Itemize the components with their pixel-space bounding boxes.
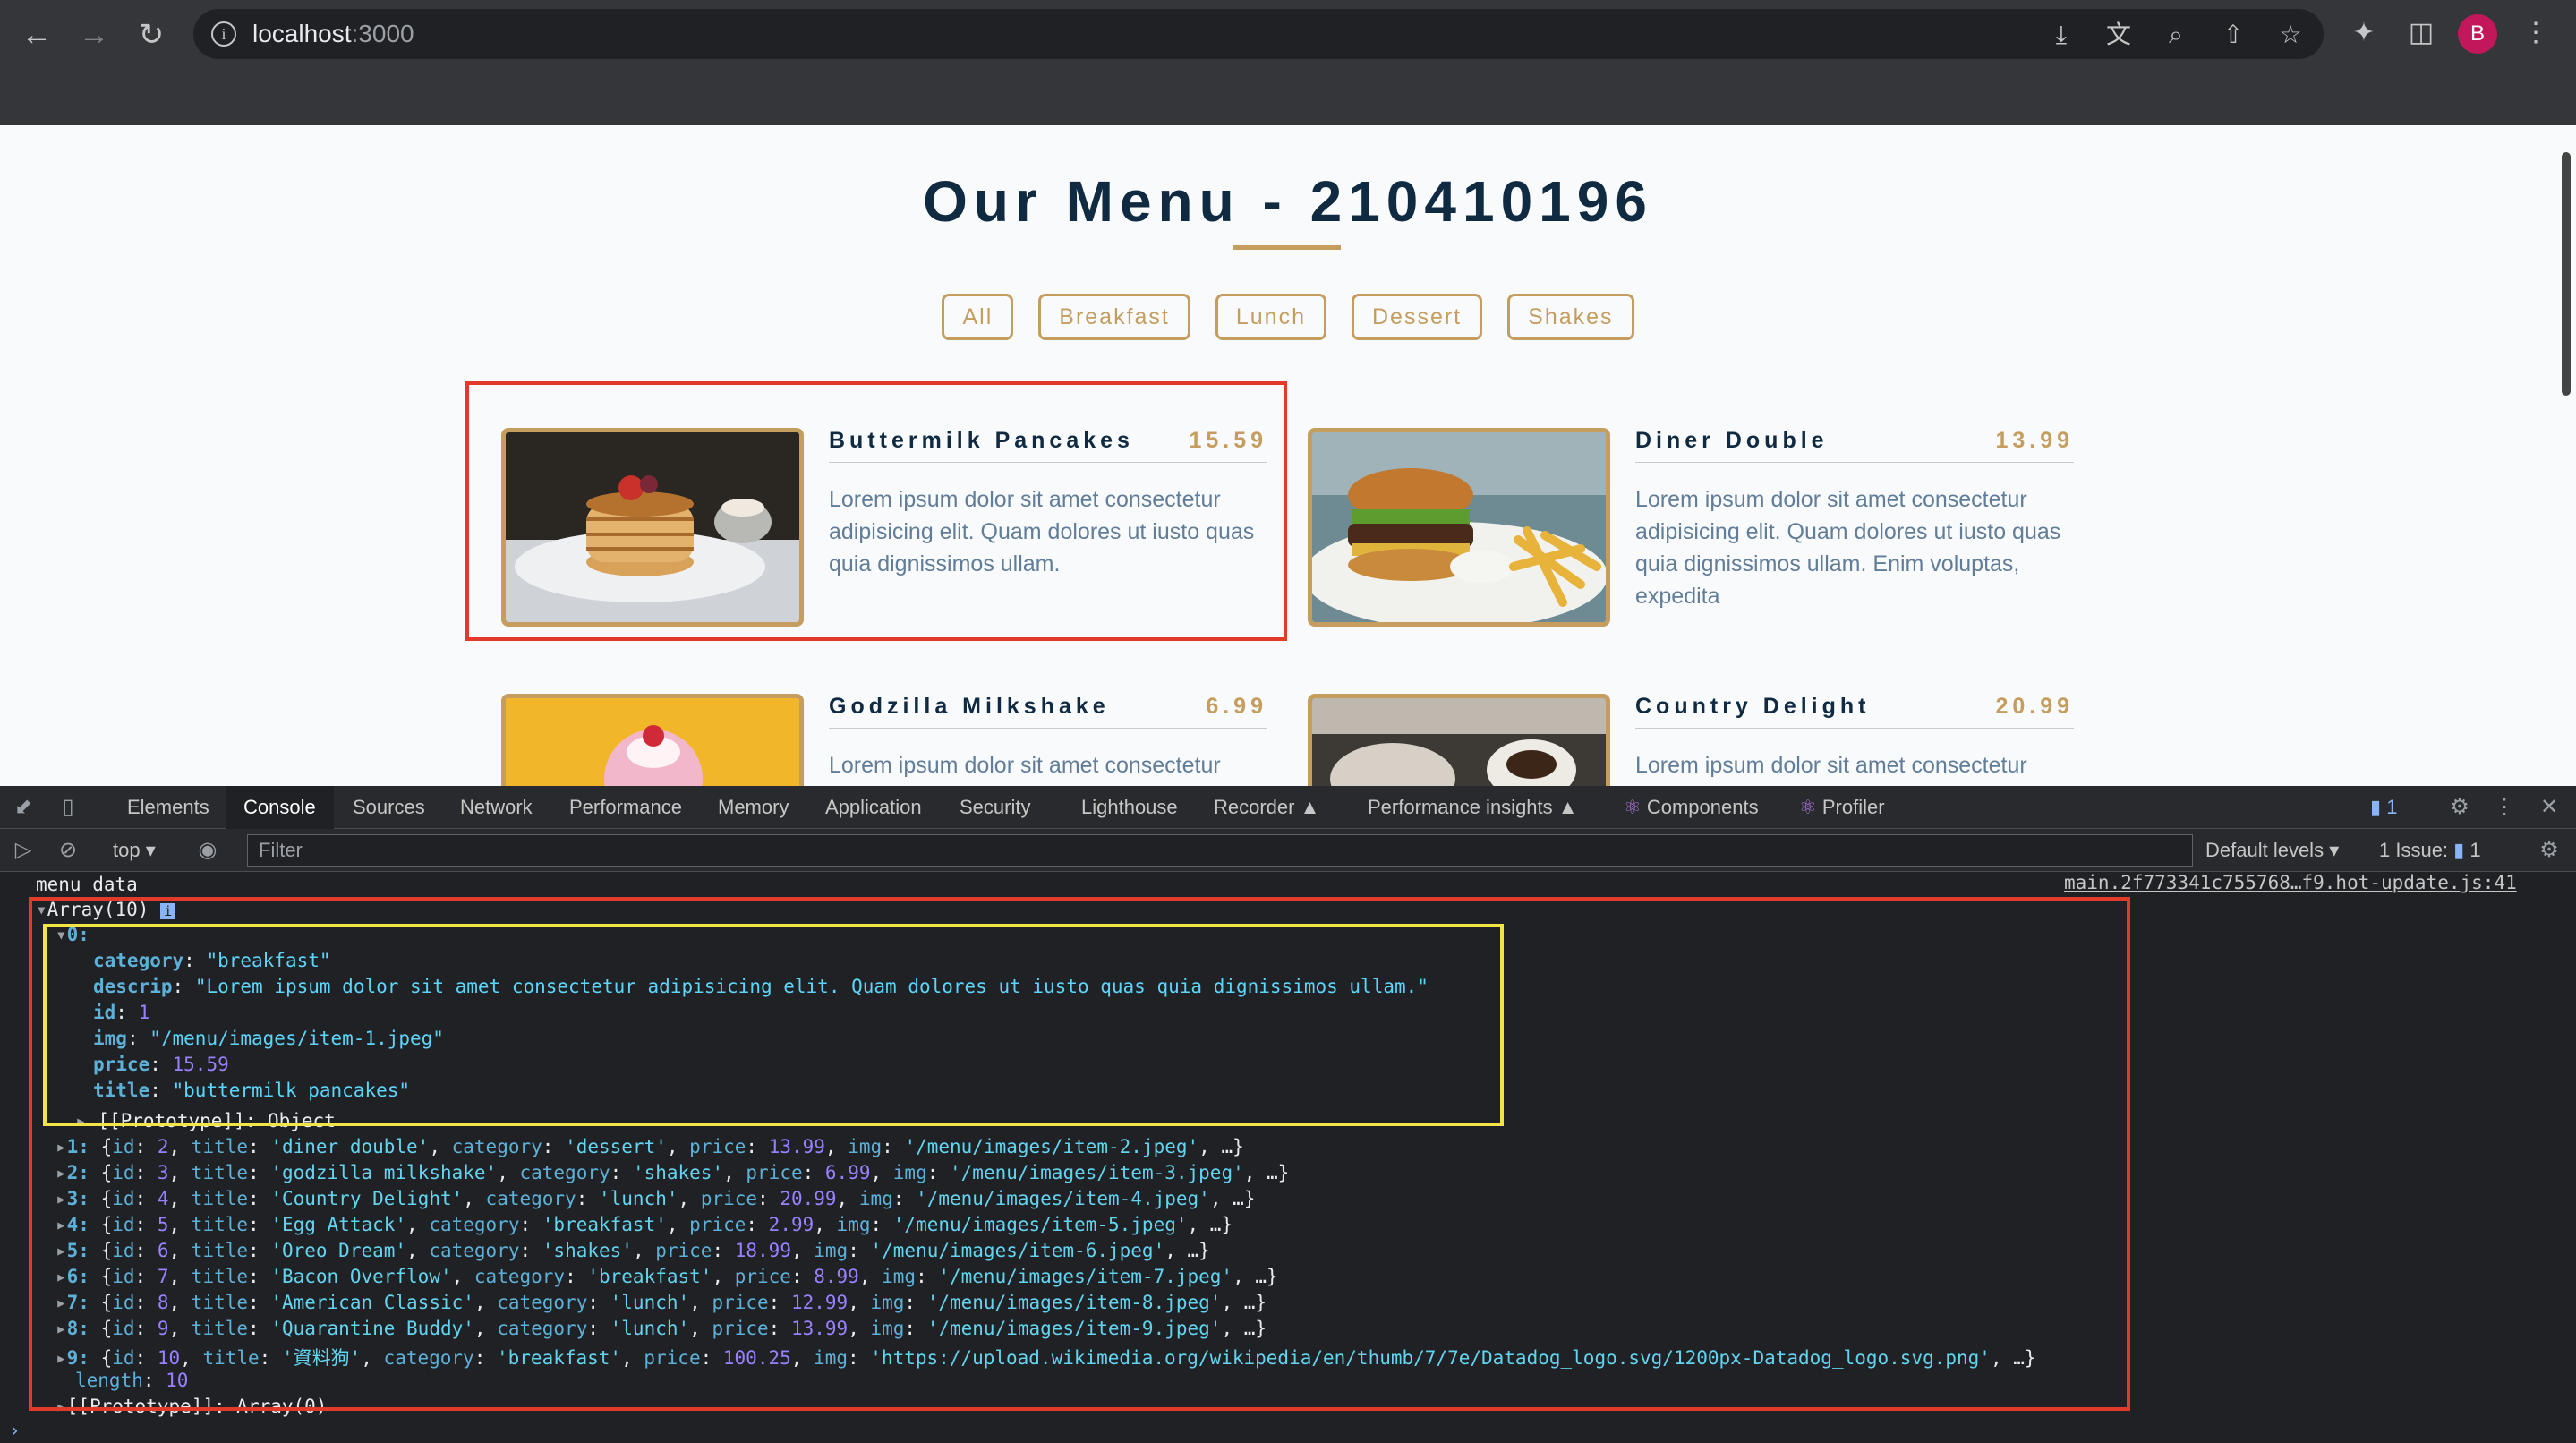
reload-icon[interactable]: ↻ <box>129 13 174 57</box>
tab-recorder-label: Recorder <box>1214 796 1295 818</box>
zoom-icon[interactable]: ⌕ <box>2161 20 2191 50</box>
page-viewport: Our Menu - 210410196 All Breakfast Lunch… <box>0 125 2576 786</box>
tab-profiler[interactable]: ⚛ Profiler <box>1799 786 1885 829</box>
back-arrow-icon[interactable]: ← <box>14 13 59 57</box>
issues-label: 1 Issue: <box>2379 839 2449 861</box>
tab-memory[interactable]: Memory <box>718 786 789 829</box>
tab-performance[interactable]: Performance <box>569 786 682 829</box>
tab-performance-insights[interactable]: Performance insights ▲ <box>1368 786 1578 829</box>
filter-input[interactable] <box>247 834 2193 867</box>
avatar[interactable]: B <box>2458 14 2497 54</box>
side-panel-icon[interactable]: ◫ <box>2402 14 2440 52</box>
title-underline <box>1233 245 1341 250</box>
log-levels-value: Default levels <box>2205 839 2324 861</box>
highlight-annotation <box>465 381 1287 641</box>
divider <box>1635 728 2074 729</box>
tab-elements[interactable]: Elements <box>127 786 209 829</box>
item-price: 13.99 <box>1995 428 2074 453</box>
page-title: Our Menu - 210410196 <box>923 169 1653 234</box>
menu-item: Country Delight 20.99 Lorem ipsum dolor … <box>1308 694 2095 786</box>
devtools-tab-bar: ⬋ ▯ Elements Console Sources Network Per… <box>0 786 2576 829</box>
info-icon[interactable]: i <box>211 21 236 47</box>
tab-console[interactable]: Console <box>226 786 334 829</box>
highlight-annotation <box>29 897 2130 1411</box>
chevron-down-icon: ▾ <box>145 839 156 861</box>
context-select[interactable]: top ▾ <box>113 829 156 872</box>
item-price: 20.99 <box>1995 694 2074 719</box>
devtools-panel: ⬋ ▯ Elements Console Sources Network Per… <box>0 786 2576 1443</box>
tab-application[interactable]: Application <box>825 786 922 829</box>
console-output: menu data main.2f773341c755768…f9.hot-up… <box>0 872 2576 1443</box>
log-levels-select[interactable]: Default levels ▾ <box>2205 829 2339 872</box>
device-toolbar-icon[interactable]: ▯ <box>54 793 82 822</box>
item-description: Lorem ipsum dolor sit amet consectetur <box>1635 753 2027 778</box>
context-value: top <box>113 839 141 861</box>
puzzle-icon[interactable]: ✦ <box>2345 14 2383 52</box>
url-text: localhost:3000 <box>252 20 414 47</box>
divider <box>1635 462 2074 463</box>
install-icon[interactable]: ⤓ <box>2046 20 2077 50</box>
country-delight-photo <box>1308 694 1610 786</box>
flask-icon: ▲ <box>1300 796 1320 818</box>
share-icon[interactable]: ⇧ <box>2218 20 2248 50</box>
translate-icon[interactable]: 文 <box>2103 20 2134 50</box>
browser-chrome: ← → ↻ i localhost:3000 ⤓ 文 ⌕ ⇧ ☆ ✦ ◫ B ⋮ <box>0 0 2576 125</box>
item-price: 6.99 <box>1206 694 1267 719</box>
divider <box>829 728 1267 729</box>
messages-count: 1 <box>2386 796 2398 818</box>
menu-item: Godzilla Milkshake 6.99 Lorem ipsum dolo… <box>501 694 1289 786</box>
inspect-element-icon[interactable]: ⬋ <box>9 793 38 822</box>
message-icon: ▮ <box>2370 796 2382 818</box>
kebab-menu-icon[interactable]: ⋮ <box>2490 793 2519 822</box>
issues-count: 1 <box>2469 839 2481 861</box>
tab-components[interactable]: ⚛ Components <box>1624 786 1759 829</box>
filter-all-button[interactable]: All <box>942 294 1014 340</box>
kebab-menu-icon[interactable]: ⋮ <box>2517 14 2555 52</box>
filter-breakfast-button[interactable]: Breakfast <box>1038 294 1190 340</box>
item-title: Diner Double <box>1635 428 1829 453</box>
filter-shakes-button[interactable]: Shakes <box>1507 294 1634 340</box>
tab-recorder[interactable]: Recorder ▲ <box>1214 786 1319 829</box>
issue-icon: ▮ <box>2453 839 2465 861</box>
console-log-label: menu data <box>36 874 138 895</box>
burger-photo <box>1308 428 1610 627</box>
tab-performance-insights-label: Performance insights <box>1368 796 1553 818</box>
tab-components-label: Components <box>1646 796 1759 818</box>
sidebar-toggle-icon[interactable]: ▷ <box>9 836 38 865</box>
tab-network[interactable]: Network <box>460 786 533 829</box>
filter-buttons: All Breakfast Lunch Dessert Shakes <box>0 294 2576 340</box>
clear-console-icon[interactable]: ⊘ <box>54 836 82 865</box>
tab-security[interactable]: Security <box>960 786 1030 829</box>
tab-profiler-label: Profiler <box>1821 796 1885 818</box>
address-bar[interactable]: i localhost:3000 ⤓ 文 ⌕ ⇧ ☆ <box>193 9 2324 59</box>
close-icon[interactable]: ✕ <box>2535 793 2563 822</box>
menu-item: Diner Double 13.99 Lorem ipsum dolor sit… <box>1308 428 2095 643</box>
item-title: Country Delight <box>1635 694 1871 719</box>
source-link[interactable]: main.2f773341c755768…f9.hot-update.js:41 <box>2064 872 2517 893</box>
filter-lunch-button[interactable]: Lunch <box>1215 294 1326 340</box>
console-toolbar: ▷ ⊘ top ▾ ◉ Default levels ▾ 1 Issue: ▮ … <box>0 829 2576 872</box>
item-title: Godzilla Milkshake <box>829 694 1110 719</box>
forward-arrow-icon[interactable]: → <box>72 13 116 57</box>
messages-badge[interactable]: ▮ 1 <box>2370 786 2397 829</box>
filter-dessert-button[interactable]: Dessert <box>1352 294 1483 340</box>
item-description: Lorem ipsum dolor sit amet consectetur a… <box>1635 487 2061 609</box>
star-icon[interactable]: ☆ <box>2275 20 2306 50</box>
gear-icon[interactable]: ⚙ <box>2445 793 2474 822</box>
flask-icon: ▲ <box>1557 796 1578 818</box>
item-description: Lorem ipsum dolor sit amet consectetur <box>829 753 1221 778</box>
gear-icon[interactable]: ⚙ <box>2535 836 2563 865</box>
react-icon: ⚛ <box>1799 796 1817 818</box>
console-prompt-icon[interactable]: › <box>9 1420 21 1441</box>
eye-icon[interactable]: ◉ <box>193 836 222 865</box>
react-icon: ⚛ <box>1624 796 1642 818</box>
milkshake-photo <box>501 694 804 786</box>
issues-button[interactable]: 1 Issue: ▮ 1 <box>2379 829 2481 872</box>
chevron-down-icon: ▾ <box>2329 839 2340 861</box>
tab-sources[interactable]: Sources <box>353 786 425 829</box>
tab-lighthouse[interactable]: Lighthouse <box>1081 786 1178 829</box>
